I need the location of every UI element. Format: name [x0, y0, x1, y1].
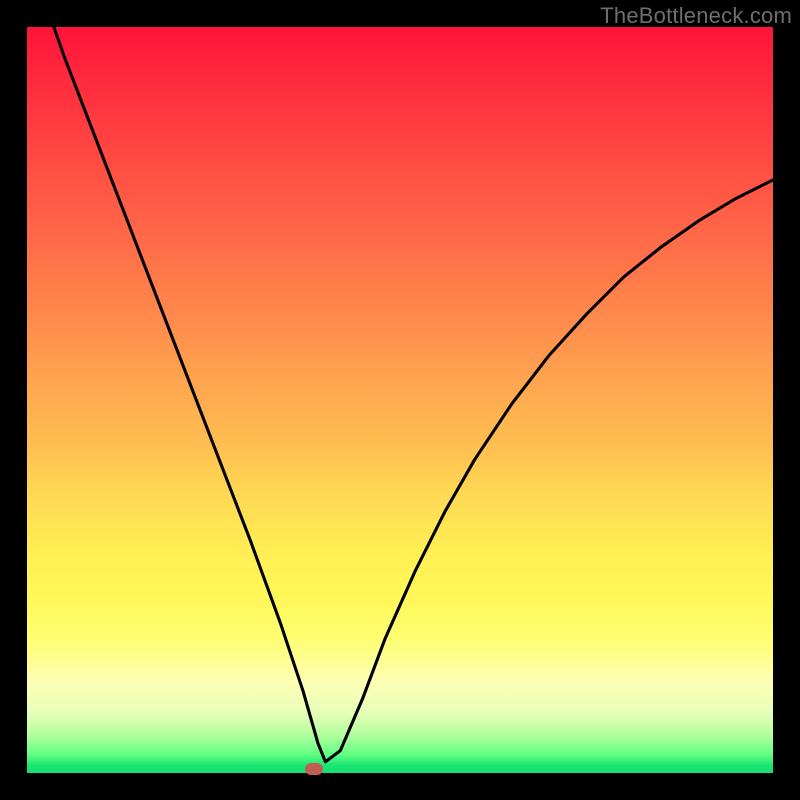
- chart-frame: TheBottleneck.com: [0, 0, 800, 800]
- optimum-marker: [305, 763, 323, 775]
- plot-area: [27, 27, 773, 773]
- watermark-text: TheBottleneck.com: [600, 3, 792, 29]
- bottleneck-curve: [54, 27, 773, 762]
- curve-svg: [27, 27, 773, 773]
